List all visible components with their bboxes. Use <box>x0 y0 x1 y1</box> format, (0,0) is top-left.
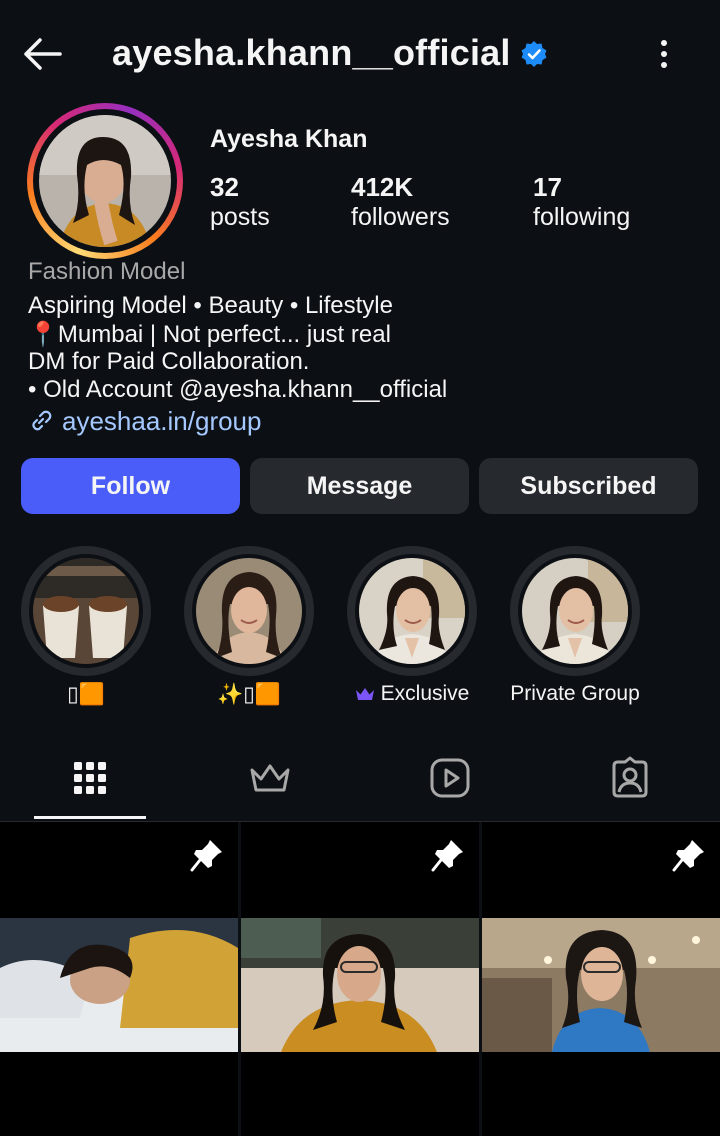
verified-badge-icon <box>520 40 548 68</box>
bio-line: Aspiring Model • Beauty • Lifestyle <box>28 292 393 319</box>
crown-icon <box>250 764 290 792</box>
highlight-cover <box>522 558 628 664</box>
story-highlight[interactable] <box>184 546 314 676</box>
crown-icon <box>355 688 374 700</box>
profile-username: ayesha.khann__official <box>112 32 511 73</box>
tab-reels[interactable] <box>428 756 472 800</box>
grid-icon <box>74 762 106 794</box>
bio-line[interactable]: • Old Account @ayesha.khann__official <box>28 376 447 404</box>
profile-avatar[interactable] <box>27 103 183 259</box>
pin-icon <box>672 840 704 872</box>
tab-subscriptions[interactable] <box>248 756 292 800</box>
following-count[interactable]: 17 following <box>533 172 630 232</box>
stat-label: following <box>533 203 631 231</box>
profile-category: Fashion Model <box>28 258 186 285</box>
follow-button[interactable]: Follow <box>21 458 240 514</box>
post-thumbnail[interactable] <box>0 822 238 1136</box>
stat-value: 412K <box>351 172 414 202</box>
highlight-cover <box>196 558 302 664</box>
pin-icon <box>431 840 463 872</box>
posts-count[interactable]: 32 posts <box>210 172 270 232</box>
stat-value: 17 <box>533 172 562 202</box>
link-icon <box>32 410 52 431</box>
stat-value: 32 <box>210 172 239 202</box>
post-image <box>482 918 720 1052</box>
stat-label: posts <box>210 203 270 231</box>
pin-icon <box>190 840 222 872</box>
bio-line: 📍Mumbai | Not perfect... just real <box>28 321 391 348</box>
display-name: Ayesha Khan <box>210 125 368 153</box>
stat-label: followers <box>351 203 450 231</box>
tagged-person-icon <box>612 756 648 798</box>
post-image <box>0 918 238 1052</box>
highlight-label: Exclusive <box>380 682 470 705</box>
highlight-cover <box>359 558 465 664</box>
story-highlight[interactable] <box>347 546 477 676</box>
active-tab-indicator <box>34 816 146 819</box>
post-thumbnail[interactable] <box>241 822 479 1136</box>
reels-icon <box>430 758 470 798</box>
avatar-photo <box>39 115 171 247</box>
bio-line: DM for Paid Collaboration. <box>28 348 310 375</box>
profile-link[interactable]: ayeshaa.in/group <box>28 404 261 438</box>
highlight-label: Private Group <box>510 682 640 705</box>
more-vertical-icon <box>661 40 667 68</box>
more-options-button[interactable] <box>650 38 678 70</box>
post-image <box>241 918 479 1052</box>
tab-tagged[interactable] <box>608 756 652 800</box>
back-button[interactable] <box>20 36 64 72</box>
subscribed-button[interactable]: Subscribed <box>479 458 698 514</box>
highlight-label: ▯🟧 <box>67 683 105 706</box>
followers-count[interactable]: 412K followers <box>351 172 450 232</box>
link-text[interactable]: ayeshaa.in/group <box>62 406 261 437</box>
tab-posts-grid[interactable] <box>68 756 112 800</box>
story-highlight[interactable] <box>21 546 151 676</box>
highlight-label: ✨▯🟧 <box>217 683 281 706</box>
story-highlight[interactable] <box>510 546 640 676</box>
arrow-left-icon <box>24 38 62 70</box>
highlight-cover <box>33 558 139 664</box>
post-thumbnail[interactable] <box>482 822 720 1136</box>
message-button[interactable]: Message <box>250 458 469 514</box>
highlight-label-exclusive: Exclusive <box>327 682 497 706</box>
